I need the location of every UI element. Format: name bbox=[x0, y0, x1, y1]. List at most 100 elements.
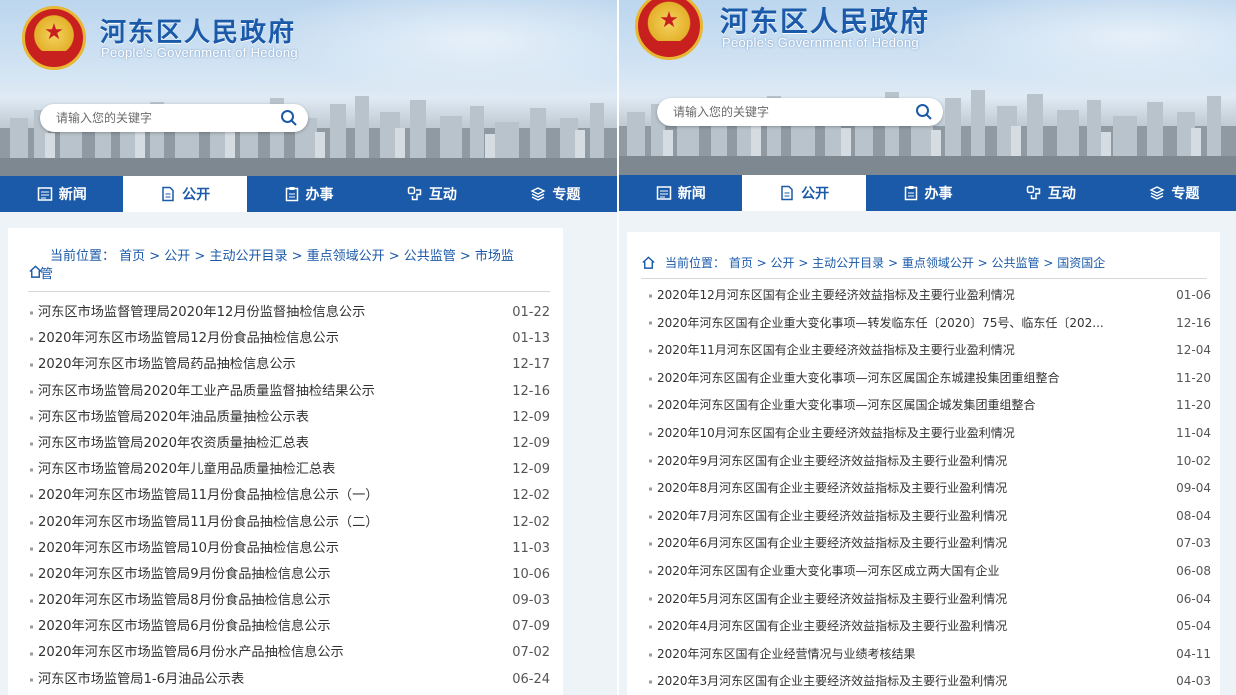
article-date: 11-03 bbox=[512, 540, 550, 556]
article-title-link[interactable]: 2020年河东区市场监管局8月份食品抽检信息公示 bbox=[38, 588, 498, 614]
article-title-link[interactable]: 2020年8月河东区国有企业主要经济效益指标及主要行业盈利情况 bbox=[657, 475, 1127, 503]
article-list: 2020年12月河东区国有企业主要经济效益指标及主要行业盈利情况 01-06 202… bbox=[649, 282, 1211, 695]
article-title-link[interactable]: 2020年河东区市场监管局6月份食品抽检信息公示 bbox=[38, 614, 498, 640]
search-icon[interactable] bbox=[280, 109, 298, 127]
article-title-link[interactable]: 2020年河东区市场监管局10月份食品抽检信息公示 bbox=[38, 536, 498, 562]
article-title-link[interactable]: 河东区市场监管局2020年农资质量抽检汇总表 bbox=[38, 431, 498, 457]
breadcrumb-path-wrap[interactable]: 管 bbox=[40, 266, 53, 284]
nav-tab-interact[interactable]: 互动 bbox=[370, 176, 493, 212]
article-title-link[interactable]: 2020年河东区国有企业重大变化事项—河东区成立两大国有企业 bbox=[657, 558, 1127, 586]
article-title-link[interactable]: 河东区市场监管局2020年工业产品质量监督抽检结果公示 bbox=[38, 379, 498, 405]
nav-tab-open[interactable]: 公开 bbox=[742, 175, 866, 211]
article-title-link[interactable]: 2020年10月河东区国有企业主要经济效益指标及主要行业盈利情况 bbox=[657, 420, 1127, 448]
list-item[interactable]: 2020年河东区市场监管局12月份食品抽检信息公示 01-13 bbox=[30, 326, 550, 352]
nav-tab-news[interactable]: 新闻 bbox=[0, 176, 123, 212]
news-icon bbox=[37, 187, 52, 201]
nav-tab-topics[interactable]: 专题 bbox=[494, 176, 617, 212]
list-item[interactable]: 2020年河东区市场监管局8月份食品抽检信息公示 09-03 bbox=[30, 588, 550, 614]
list-item[interactable]: 2020年河东区国有企业重大变化事项—转发临东任〔2020〕75号、临东任〔20… bbox=[649, 310, 1211, 338]
article-title-link[interactable]: 2020年3月河东区国有企业主要经济效益指标及主要行业盈利情况 bbox=[657, 668, 1127, 695]
home-icon[interactable] bbox=[641, 255, 656, 270]
nav-tab-interact[interactable]: 互动 bbox=[989, 175, 1112, 211]
article-title-link[interactable]: 2020年河东区国有企业重大变化事项—河东区属国企城发集团重组整合 bbox=[657, 392, 1127, 420]
national-emblem-logo[interactable]: ★ bbox=[22, 6, 86, 70]
list-item[interactable]: 2020年河东区市场监管局药品抽检信息公示 12-17 bbox=[30, 352, 550, 378]
list-item[interactable]: 2020年河东区国有企业经营情况与业绩考核结果 04-11 bbox=[649, 641, 1211, 669]
list-item[interactable]: 河东区市场监管局2020年农资质量抽检汇总表 12-09 bbox=[30, 431, 550, 457]
bullet-dot bbox=[30, 311, 33, 315]
list-item[interactable]: 2020年7月河东区国有企业主要经济效益指标及主要行业盈利情况 08-04 bbox=[649, 503, 1211, 531]
list-item[interactable]: 2020年10月河东区国有企业主要经济效益指标及主要行业盈利情况 11-04 bbox=[649, 420, 1211, 448]
list-item[interactable]: 2020年8月河东区国有企业主要经济效益指标及主要行业盈利情况 09-04 bbox=[649, 475, 1211, 503]
article-date: 12-09 bbox=[512, 462, 550, 478]
list-item[interactable]: 2020年9月河东区国有企业主要经济效益指标及主要行业盈利情况 10-02 bbox=[649, 448, 1211, 476]
article-title-link[interactable]: 2020年11月河东区国有企业主要经济效益指标及主要行业盈利情况 bbox=[657, 337, 1127, 365]
article-title-link[interactable]: 2020年河东区国有企业经营情况与业绩考核结果 bbox=[657, 641, 1127, 669]
article-title-link[interactable]: 2020年河东区国有企业重大变化事项—转发临东任〔2020〕75号、临东任〔20… bbox=[657, 310, 1127, 338]
article-title-link[interactable]: 2020年河东区市场监管局11月份食品抽检信息公示（一） bbox=[38, 483, 498, 509]
star-icon: ★ bbox=[659, 8, 679, 34]
nav-tab-services[interactable]: 办事 bbox=[247, 176, 370, 212]
article-title-link[interactable]: 河东区市场监管局1-6月油品公示表 bbox=[38, 667, 498, 693]
nav-label: 新闻 bbox=[58, 187, 87, 203]
list-item[interactable]: 2020年河东区市场监管局11月份食品抽检信息公示（一） 12-02 bbox=[30, 483, 550, 509]
breadcrumb-path[interactable]: 当前位置： 首页 > 公开 > 主动公开目录 > 重点领域公开 > 公共监管 >… bbox=[665, 254, 1105, 272]
article-date: 10-02 bbox=[1176, 453, 1211, 468]
article-title-link[interactable]: 2020年河东区市场监管局6月份水产品抽检信息公示 bbox=[38, 640, 498, 666]
list-item[interactable]: 河东区市场监管局1-6月油品公示表 06-24 bbox=[30, 667, 550, 693]
clipboard-icon bbox=[285, 187, 298, 202]
list-item[interactable]: 2020年河东区国有企业重大变化事项—河东区属国企城发集团重组整合 11-20 bbox=[649, 392, 1211, 420]
nav-tab-services[interactable]: 办事 bbox=[866, 175, 989, 211]
list-item[interactable]: 2020年4月河东区国有企业主要经济效益指标及主要行业盈利情况 05-04 bbox=[649, 613, 1211, 641]
article-title-link[interactable]: 2020年12月河东区国有企业主要经济效益指标及主要行业盈利情况 bbox=[657, 282, 1127, 310]
list-item[interactable]: 2020年5月河东区国有企业主要经济效益指标及主要行业盈利情况 06-04 bbox=[649, 586, 1211, 614]
search-icon[interactable] bbox=[915, 103, 933, 121]
list-item[interactable]: 2020年12月河东区国有企业主要经济效益指标及主要行业盈利情况 01-06 bbox=[649, 282, 1211, 310]
national-emblem-logo[interactable]: ★ bbox=[635, 0, 703, 60]
list-item[interactable]: 2020年3月河东区国有企业主要经济效益指标及主要行业盈利情况 04-03 bbox=[649, 668, 1211, 695]
interact-icon bbox=[1026, 185, 1041, 200]
nav-tab-topics[interactable]: 专题 bbox=[1113, 175, 1236, 211]
article-title-link[interactable]: 2020年河东区市场监管局12月份食品抽检信息公示 bbox=[38, 326, 498, 352]
list-item[interactable]: 2020年河东区市场监管局6月份水产品抽检信息公示 07-02 bbox=[30, 640, 550, 666]
article-title-link[interactable]: 2020年4月河东区国有企业主要经济效益指标及主要行业盈利情况 bbox=[657, 613, 1127, 641]
article-title-link[interactable]: 2020年河东区市场监管局9月份食品抽检信息公示 bbox=[38, 562, 498, 588]
article-title-link[interactable]: 河东区市场监管局2020年儿童用品质量抽检汇总表 bbox=[38, 457, 498, 483]
bullet-dot bbox=[649, 377, 652, 381]
nav-tab-open[interactable]: 公开 bbox=[123, 176, 247, 212]
divider bbox=[641, 278, 1207, 279]
list-item[interactable]: 2020年河东区国有企业重大变化事项—河东区成立两大国有企业 06-08 bbox=[649, 558, 1211, 586]
article-title-link[interactable]: 河东区市场监管局2020年油品质量抽检公示表 bbox=[38, 405, 498, 431]
article-title-link[interactable]: 2020年河东区市场监管局药品抽检信息公示 bbox=[38, 352, 498, 378]
bullet-dot bbox=[649, 432, 652, 436]
list-item[interactable]: 河东区市场监督管理局2020年12月份监督抽检信息公示 01-22 bbox=[30, 300, 550, 326]
search-input[interactable] bbox=[673, 98, 873, 126]
breadcrumb-path[interactable]: 当前位置： 首页 > 公开 > 主动公开目录 > 重点领域公开 > 公共监管 >… bbox=[50, 248, 514, 266]
article-title-link[interactable]: 2020年7月河东区国有企业主要经济效益指标及主要行业盈利情况 bbox=[657, 503, 1127, 531]
list-item[interactable]: 2020年河东区国有企业重大变化事项—河东区属国企东城建投集团重组整合 11-20 bbox=[649, 365, 1211, 393]
list-item[interactable]: 河东区市场监管局2020年儿童用品质量抽检汇总表 12-09 bbox=[30, 457, 550, 483]
list-item[interactable]: 河东区市场监管局2020年工业产品质量监督抽检结果公示 12-16 bbox=[30, 379, 550, 405]
search-input[interactable] bbox=[56, 104, 256, 132]
bullet-dot bbox=[30, 416, 33, 420]
list-item[interactable]: 2020年河东区市场监管局10月份食品抽检信息公示 11-03 bbox=[30, 536, 550, 562]
list-item[interactable]: 2020年河东区市场监管局11月份食品抽检信息公示（二） 12-02 bbox=[30, 510, 550, 536]
list-item[interactable]: 2020年11月河东区国有企业主要经济效益指标及主要行业盈利情况 12-04 bbox=[649, 337, 1211, 365]
nav-tab-news[interactable]: 新闻 bbox=[619, 175, 742, 211]
list-item[interactable]: 河东区市场监管局2020年油品质量抽检公示表 12-09 bbox=[30, 405, 550, 431]
list-item[interactable]: 2020年河东区市场监管局9月份食品抽检信息公示 10-06 bbox=[30, 562, 550, 588]
site-title[interactable]: 河东区人民政府 bbox=[720, 0, 930, 40]
article-date: 01-13 bbox=[512, 331, 550, 347]
bullet-dot bbox=[30, 625, 33, 629]
nav-label: 专题 bbox=[1171, 186, 1200, 202]
article-title-link[interactable]: 2020年河东区市场监管局11月份食品抽检信息公示（二） bbox=[38, 510, 498, 536]
list-item[interactable]: 2020年6月河东区国有企业主要经济效益指标及主要行业盈利情况 07-03 bbox=[649, 530, 1211, 558]
article-title-link[interactable]: 河东区市场监督管理局2020年12月份监督抽检信息公示 bbox=[38, 300, 498, 326]
site-title[interactable]: 河东区人民政府 bbox=[100, 12, 296, 49]
article-title-link[interactable]: 2020年6月河东区国有企业主要经济效益指标及主要行业盈利情况 bbox=[657, 530, 1127, 558]
article-title-link[interactable]: 2020年9月河东区国有企业主要经济效益指标及主要行业盈利情况 bbox=[657, 448, 1127, 476]
article-title-link[interactable]: 2020年5月河东区国有企业主要经济效益指标及主要行业盈利情况 bbox=[657, 586, 1127, 614]
article-title-link[interactable]: 2020年河东区国有企业重大变化事项—河东区属国企东城建投集团重组整合 bbox=[657, 365, 1127, 393]
nav-label: 办事 bbox=[305, 187, 334, 203]
list-item[interactable]: 2020年河东区市场监管局6月份食品抽检信息公示 07-09 bbox=[30, 614, 550, 640]
